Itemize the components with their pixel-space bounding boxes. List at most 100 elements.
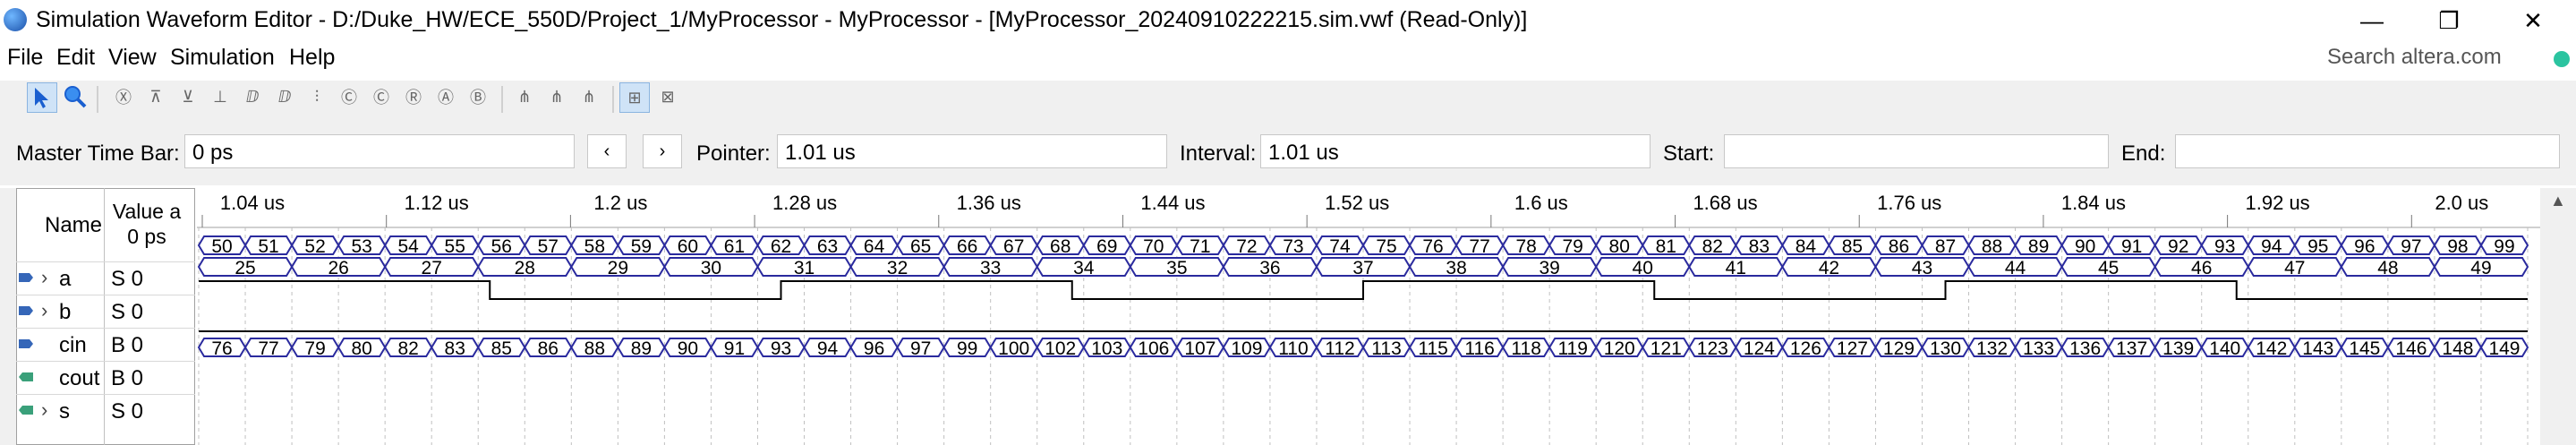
value-column-header[interactable]: Value a 0 ps <box>111 199 183 249</box>
time-tick-label: 1.2 us <box>593 192 647 214</box>
start-field[interactable] <box>1724 134 2109 168</box>
menu-view[interactable]: View <box>108 45 157 71</box>
bus-s-value-label: 93 <box>771 338 791 359</box>
count-value-icon[interactable]: Ⓒ <box>335 82 363 111</box>
bus-s-value-label: 140 <box>2209 338 2240 359</box>
menu-help[interactable]: Help <box>289 45 335 71</box>
time-tick-label: 1.92 us <box>2246 192 2310 214</box>
bus-s-value-label: 115 <box>1418 338 1447 359</box>
toolbar-separator <box>97 86 98 113</box>
bus-a-value-label: 92 <box>2168 236 2188 257</box>
bus-s-value-label: 100 <box>998 338 1029 359</box>
bus-a-value-label: 52 <box>304 236 325 257</box>
bus-s-value-label: 99 <box>957 338 977 359</box>
force-low-icon[interactable]: Ⓧ <box>109 82 138 111</box>
weak-high-icon[interactable]: ⅅ <box>270 82 299 111</box>
bus-a-value-label: 60 <box>678 236 698 257</box>
bus-a-value-label: 66 <box>957 236 977 257</box>
invert-icon[interactable]: ⫶ <box>303 82 331 111</box>
bus-b-value-label: 26 <box>328 258 348 278</box>
signal-row-cout[interactable] <box>16 361 195 394</box>
bus-a-value-label: 69 <box>1096 236 1117 257</box>
pointer-label: Pointer: <box>696 141 771 166</box>
bus-b-value-label: 25 <box>235 258 255 278</box>
bus-s-value-label: 89 <box>631 338 652 359</box>
bus-a-value-label: 65 <box>910 236 931 257</box>
bus-b-value-label: 39 <box>1539 258 1559 278</box>
bus-s-value-label: 137 <box>2116 338 2147 359</box>
interval-field[interactable]: 1.01 us <box>1260 134 1651 168</box>
snap-grid-icon[interactable]: ⊞ <box>619 82 650 113</box>
ungroup-icon[interactable]: ⋔ <box>542 82 571 111</box>
signal-row-cin[interactable] <box>16 328 195 361</box>
bus-a-value-label: 93 <box>2214 236 2235 257</box>
next-transition-button[interactable]: › <box>643 134 682 168</box>
expand-icon[interactable]: › <box>41 266 47 289</box>
bus-a-value-label: 86 <box>1889 236 1909 257</box>
arbitrary-value-icon[interactable]: Ⓐ <box>431 82 460 111</box>
bus-a-value-label: 82 <box>1702 236 1723 257</box>
menu-edit[interactable]: Edit <box>56 45 95 71</box>
scroll-up-icon[interactable]: ▲ <box>2550 192 2566 210</box>
bus-a-value-label: 54 <box>398 236 420 257</box>
edit-grid-icon[interactable]: ⊠ <box>653 82 682 111</box>
maximize-button[interactable]: ❐ <box>2413 0 2485 41</box>
force-hiz-icon[interactable]: ⊥ <box>206 82 235 111</box>
bus-a-value-label: 72 <box>1236 236 1257 257</box>
end-field[interactable] <box>2175 134 2560 168</box>
input-pin-icon <box>19 339 33 348</box>
bus-b-value-label: 47 <box>2284 258 2305 278</box>
expand-icon[interactable]: › <box>41 299 47 322</box>
app-icon <box>4 8 27 31</box>
bus-a-value-label: 71 <box>1190 236 1210 257</box>
minimize-button[interactable]: — <box>2336 0 2408 41</box>
menu-file[interactable]: File <box>7 45 43 71</box>
bus-b-value-label: 45 <box>2098 258 2119 278</box>
weak-low-icon[interactable]: ⅅ <box>238 82 267 111</box>
force-high-icon[interactable]: ⊼ <box>141 82 170 111</box>
bus-a-value-label: 76 <box>1422 236 1443 257</box>
previous-transition-button[interactable]: ‹ <box>587 134 627 168</box>
start-label: Start: <box>1663 141 1715 166</box>
reverse-group-icon[interactable]: ⋔ <box>575 82 603 111</box>
bus-a-value-label: 87 <box>1935 236 1956 257</box>
bus-b-value-label: 31 <box>794 258 815 278</box>
group-icon[interactable]: Ⓑ <box>464 82 492 111</box>
bus-b-value-label: 32 <box>887 258 908 278</box>
bus-s-value-label: 107 <box>1184 338 1215 359</box>
clock-icon[interactable]: Ⓒ <box>367 82 396 111</box>
bus-a-value-label: 63 <box>817 236 838 257</box>
expand-icon[interactable]: › <box>41 398 47 422</box>
vertical-scrollbar[interactable] <box>2540 188 2576 445</box>
bus-a-value-label: 81 <box>1656 236 1676 257</box>
bus-b-value-label: 35 <box>1166 258 1187 278</box>
bus-a-value-label: 94 <box>2261 236 2282 257</box>
bus-a-value-label: 58 <box>584 236 605 257</box>
search-input[interactable]: Search altera.com <box>2327 45 2542 75</box>
random-icon[interactable]: Ⓡ <box>399 82 428 111</box>
pointer-field[interactable]: 1.01 us <box>777 134 1167 168</box>
bus-a-value-label: 89 <box>2028 236 2049 257</box>
bus-s-value-label: 127 <box>1837 338 1868 359</box>
bus-a-value-label: 55 <box>445 236 465 257</box>
bus-b-value-label: 29 <box>608 258 628 278</box>
waveform-canvas[interactable]: 1.04 us 1.12 us 1.2 us 1.28 us 1.36 us 1.44 u… <box>197 188 2540 445</box>
force-unknown-icon[interactable]: ⊻ <box>174 82 202 111</box>
master-time-bar-field[interactable]: 0 ps <box>184 134 575 168</box>
bus-s-value-label: 132 <box>1976 338 2008 359</box>
bus-s-value-label: 142 <box>2256 338 2287 359</box>
time-tick-label: 1.44 us <box>1140 192 1205 214</box>
end-label: End: <box>2121 141 2166 166</box>
zoom-tool-icon[interactable] <box>61 82 90 111</box>
menu-simulation[interactable]: Simulation <box>170 45 275 71</box>
bus-s-value-label: 145 <box>2349 338 2380 359</box>
group-bus-icon[interactable]: ⋔ <box>510 82 539 111</box>
name-column-header[interactable]: Name <box>45 213 102 238</box>
bus-a-value-label: 51 <box>258 236 278 257</box>
close-button[interactable]: ✕ <box>2497 0 2569 41</box>
time-tick-label: 1.84 us <box>2061 192 2126 214</box>
time-tick-label: 1.76 us <box>1877 192 1941 214</box>
bus-s-value-label: 96 <box>864 338 884 359</box>
time-tick-label: 1.12 us <box>405 192 469 214</box>
selection-tool-icon[interactable] <box>27 82 57 113</box>
